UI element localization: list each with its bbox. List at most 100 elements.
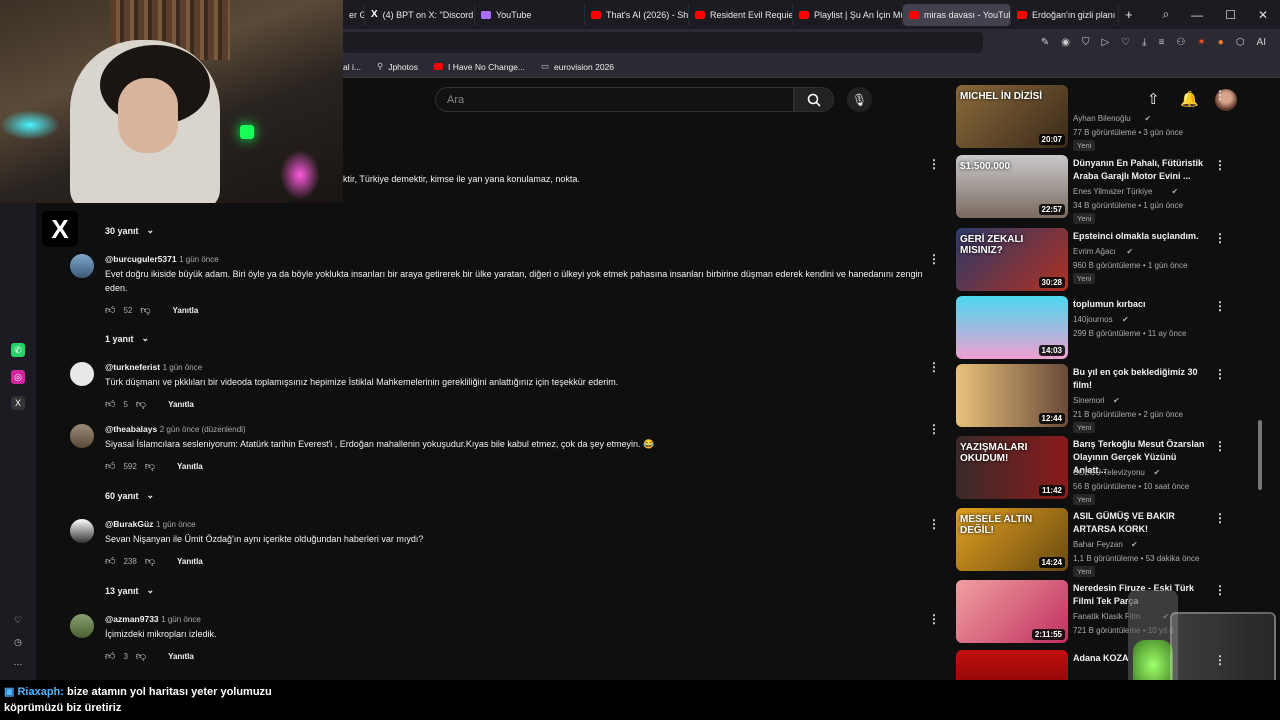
dislike-icon[interactable]: 👎︎ (136, 398, 146, 410)
extension-icon[interactable]: ✶ (1197, 37, 1205, 48)
menu-icon[interactable]: ≡ (1159, 37, 1165, 48)
comment-avatar[interactable] (70, 362, 94, 386)
bookmark-item[interactable]: I Have No Change... (433, 62, 525, 72)
comment-author[interactable]: @burcuguler5371 (105, 254, 177, 264)
comment-avatar[interactable] (70, 614, 94, 638)
comment-author[interactable]: @theabalays (105, 424, 157, 434)
video-thumbnail[interactable]: MESELE ALTIN DEĞİL! 14:24 (956, 508, 1068, 571)
video-menu-icon[interactable]: ⋮ (1214, 583, 1226, 597)
browser-tab[interactable]: Playlist | Şu An İçin Mük (793, 3, 903, 26)
comment-menu-icon[interactable]: ⋮ (928, 157, 940, 171)
x-icon[interactable]: X (11, 396, 25, 410)
video-title[interactable]: toplumun kırbacı (1073, 298, 1211, 311)
video-thumbnail[interactable]: MICHEL İN DİZİSİ 20:07 (956, 85, 1068, 148)
comment-menu-icon[interactable]: ⋮ (928, 422, 940, 436)
dislike-icon[interactable]: 👎︎ (145, 460, 155, 472)
browser-tab[interactable]: YouTube (475, 3, 585, 26)
maximize-icon[interactable]: ☐ (1225, 8, 1236, 22)
replies-toggle[interactable]: 13 yanıt ⌄ (105, 585, 154, 596)
url-bar[interactable] (343, 32, 983, 53)
like-icon[interactable]: 👍︎ (105, 460, 115, 472)
minimize-icon[interactable]: — (1191, 8, 1203, 22)
video-title[interactable]: Dünyanın En Pahalı, Fütüristik Araba Gar… (1073, 157, 1211, 183)
video-menu-icon[interactable]: ⋮ (1214, 231, 1226, 245)
notifications-bell-icon[interactable]: 🔔 (1180, 90, 1199, 108)
comment-time[interactable]: 1 gün önce (156, 520, 196, 529)
browser-tab[interactable]: Erdoğan'ın gizli planı be (1011, 3, 1119, 26)
video-thumbnail[interactable]: YAZIŞMALARI OKUDUM! 11:42 (956, 436, 1068, 499)
more-icon[interactable]: ⋯ (11, 657, 25, 671)
video-title[interactable]: ASIL GÜMÜŞ VE BAKIR ARTARSA KORK! (1073, 510, 1211, 536)
edit-icon[interactable]: ✎ (1041, 37, 1049, 48)
browser-tab[interactable]: er Gü (343, 3, 365, 26)
video-title[interactable]: Epsteinci olmakla suçlandım. (1073, 230, 1211, 243)
reply-button[interactable]: Yanıtla (177, 462, 203, 471)
profile-icon[interactable]: ⚇ (1176, 37, 1185, 48)
search-tabs-icon[interactable]: ⌕ (1162, 7, 1169, 22)
reply-button[interactable]: Yanıtla (168, 400, 194, 409)
play-icon[interactable]: ▷ (1101, 37, 1109, 48)
like-icon[interactable]: 👍︎ (105, 398, 115, 410)
bookmark-item[interactable]: ▭ eurovision 2026 (541, 61, 614, 72)
comment-avatar[interactable] (70, 519, 94, 543)
video-channel[interactable]: Evrim Ağacı (1073, 245, 1116, 258)
comment-time[interactable]: 1 gün önce (161, 615, 201, 624)
history-icon[interactable]: ◷ (11, 635, 25, 649)
heart-icon[interactable]: ♡ (11, 613, 25, 627)
video-menu-icon[interactable]: ⋮ (1214, 511, 1226, 525)
video-channel[interactable]: Ayhan Bilenoğlu (1073, 112, 1131, 125)
video-channel[interactable]: 140journos (1073, 313, 1113, 326)
replies-toggle[interactable]: 60 yanıt ⌄ (105, 490, 154, 501)
whatsapp-icon[interactable]: ✆ (11, 343, 25, 357)
video-thumbnail[interactable]: $1.500.000 22:57 (956, 155, 1068, 218)
comment-time[interactable]: 2 gün önce (düzenlendi) (160, 425, 246, 434)
camera-icon[interactable]: ◉ (1061, 37, 1070, 48)
browser-tab[interactable]: X (4) BPT on X: "Discord, t (365, 3, 475, 26)
video-menu-icon[interactable]: ⋮ (1214, 439, 1226, 453)
comment-menu-icon[interactable]: ⋮ (928, 252, 940, 266)
comment-avatar[interactable] (70, 254, 94, 278)
dislike-icon[interactable]: 👎︎ (145, 555, 155, 567)
heart-icon[interactable]: ♡ (1121, 37, 1130, 48)
bookmark-item[interactable]: ⚲ Jphotos (377, 61, 418, 72)
dislike-icon[interactable]: 👎︎ (140, 304, 150, 316)
bookmark-item[interactable]: al i... (343, 62, 361, 72)
comment-time[interactable]: 1 gün önce (179, 255, 219, 264)
search-button[interactable] (794, 87, 834, 112)
search-input[interactable]: Ara (435, 87, 794, 112)
video-channel[interactable]: Sinemori (1073, 394, 1105, 407)
comment-author[interactable]: @azman9733 (105, 614, 159, 624)
like-icon[interactable]: 👍︎ (105, 555, 115, 567)
download-icon[interactable]: ⤓ (1142, 37, 1146, 48)
video-channel[interactable]: Bahar Feyzan (1073, 538, 1123, 551)
browser-tab[interactable]: That's AI (2026) - Short F (585, 3, 689, 26)
video-thumbnail[interactable]: GERİ ZEKALI MISINIZ? 30:28 (956, 228, 1068, 291)
brave-icon[interactable]: ● (1218, 37, 1224, 48)
comment-menu-icon[interactable]: ⋮ (928, 517, 940, 531)
ai-button[interactable]: AI (1257, 37, 1266, 48)
video-title[interactable]: Bu yıl en çok beklediğimiz 30 film! (1073, 366, 1211, 392)
new-tab-button[interactable]: + (1119, 4, 1139, 26)
comment-time[interactable]: 1 gün önce (163, 363, 203, 372)
reply-button[interactable]: Yanıtla (173, 306, 199, 315)
instagram-icon[interactable]: ◎ (11, 370, 25, 384)
voice-search-button[interactable]: 🎙 (847, 87, 872, 112)
reply-button[interactable]: Yanıtla (168, 652, 194, 661)
upload-icon[interactable]: ⇧ (1147, 90, 1160, 108)
replies-toggle[interactable]: 30 yanıt ⌄ (105, 225, 154, 236)
video-thumbnail[interactable]: 12:44 (956, 364, 1068, 427)
comment-avatar[interactable] (70, 424, 94, 448)
comment-menu-icon[interactable]: ⋮ (928, 360, 940, 374)
video-menu-icon[interactable]: ⋮ (1214, 158, 1226, 172)
comment-author[interactable]: @BurakGüz (105, 519, 153, 529)
browser-tab[interactable]: Resident Evil Requiem - (689, 3, 793, 26)
video-channel[interactable]: Enes Yilmazer Türkiye (1073, 185, 1152, 198)
dislike-icon[interactable]: 👎︎ (136, 650, 146, 662)
video-channel[interactable]: SÖZCÜ Televizyonu (1073, 466, 1145, 479)
reply-button[interactable]: Yanıtla (177, 557, 203, 566)
video-menu-icon[interactable]: ⋮ (1214, 88, 1226, 102)
video-menu-icon[interactable]: ⋮ (1214, 367, 1226, 381)
video-menu-icon[interactable]: ⋮ (1214, 299, 1226, 313)
video-thumbnail[interactable]: 2:11:55 (956, 580, 1068, 643)
puzzle-icon[interactable]: ⬡ (1236, 37, 1245, 48)
